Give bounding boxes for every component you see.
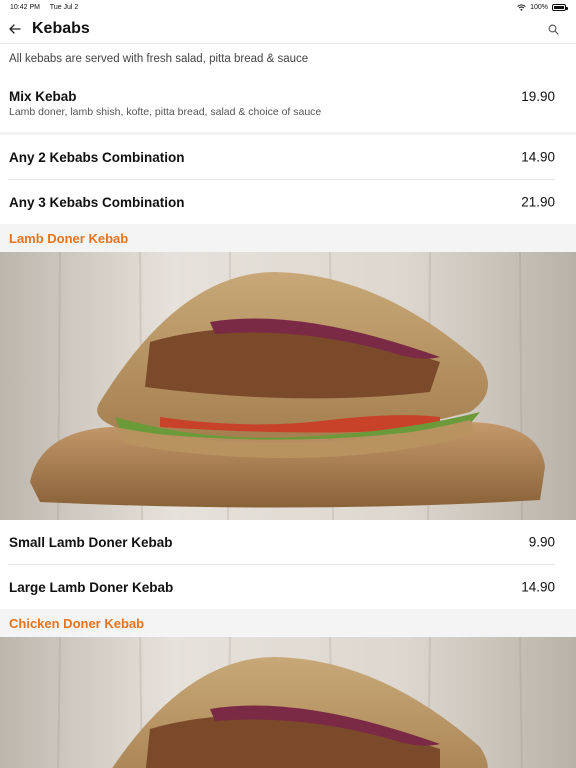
status-bar: 10:42 PM Tue Jul 2 100% [0, 0, 576, 14]
item-name: Mix Kebab [9, 89, 77, 104]
section-header-lamb-doner: Lamb Doner Kebab [0, 224, 576, 252]
section-title: Chicken Doner Kebab [9, 615, 145, 631]
item-price: 9.90 [528, 534, 555, 550]
page-title: Kebabs [32, 19, 90, 37]
nav-bar: Kebabs [0, 14, 576, 44]
menu-item-mix-kebab[interactable]: Mix Kebab Lamb doner, lamb shish, kofte,… [0, 77, 576, 132]
search-button[interactable] [548, 22, 562, 36]
back-button[interactable] [8, 21, 22, 37]
chicken-doner-kebab-image [0, 637, 576, 768]
status-right: 100% [517, 3, 568, 11]
status-date: Tue Jul 2 [49, 3, 79, 11]
section-header-chicken-doner: Chicken Doner Kebab [0, 609, 576, 637]
item-name: Any 2 Kebabs Combination [9, 149, 185, 165]
status-time: 10:42 PM [10, 3, 40, 11]
battery-percent: 100% [530, 3, 548, 11]
search-icon [548, 24, 559, 35]
status-left: 10:42 PM Tue Jul 2 [10, 4, 86, 11]
item-price: 14.90 [521, 149, 555, 165]
menu-item-any-2-kebabs[interactable]: Any 2 Kebabs Combination 14.90 [0, 135, 576, 179]
item-price: 21.90 [521, 194, 555, 210]
battery-icon [552, 3, 568, 11]
arrow-left-icon [9, 23, 21, 34]
menu-item-large-lamb-doner[interactable]: Large Lamb Doner Kebab 14.90 [0, 565, 576, 609]
item-name: Large Lamb Doner Kebab [9, 579, 174, 595]
item-name: Any 3 Kebabs Combination [9, 194, 185, 210]
menu-item-any-3-kebabs[interactable]: Any 3 Kebabs Combination 21.90 [0, 180, 576, 224]
item-name: Small Lamb Doner Kebab [9, 534, 173, 550]
section-title: Lamb Doner Kebab [9, 230, 129, 246]
item-price: 14.90 [521, 579, 555, 595]
wifi-icon [517, 3, 526, 11]
lamb-doner-kebab-image [0, 252, 576, 520]
menu-item-small-lamb-doner[interactable]: Small Lamb Doner Kebab 9.90 [0, 520, 576, 564]
category-description: All kebabs are served with fresh salad, … [9, 53, 309, 65]
item-price: 19.90 [521, 89, 555, 104]
item-description: Lamb doner, lamb shish, kofte, pitta bre… [9, 106, 322, 118]
